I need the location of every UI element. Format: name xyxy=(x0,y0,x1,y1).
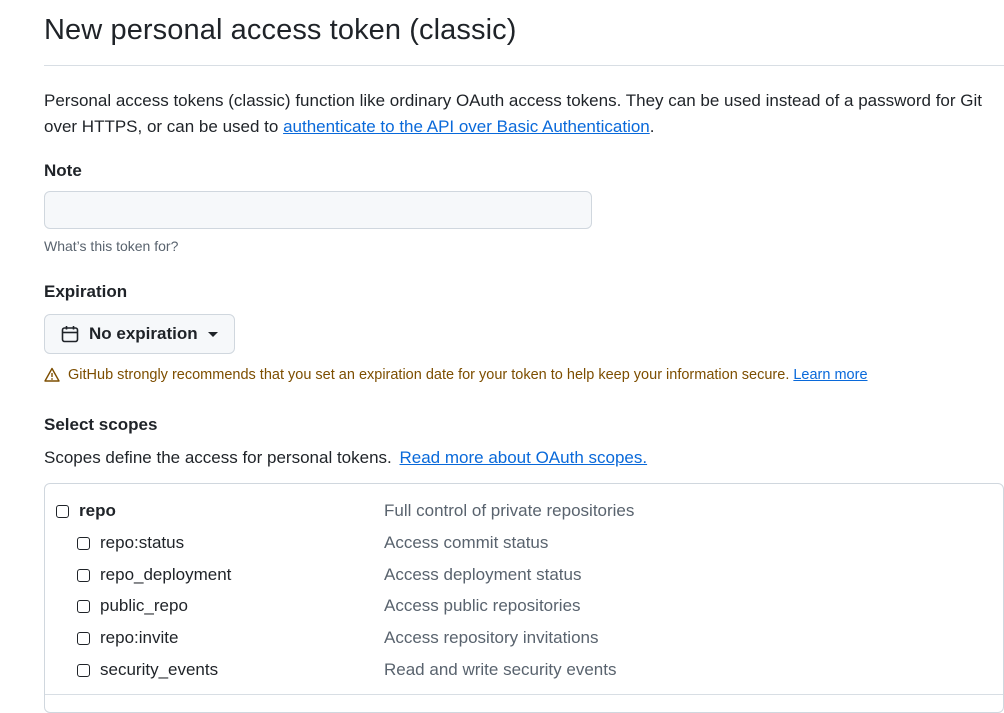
caret-down-icon xyxy=(207,331,218,337)
scope-description: Access public repositories xyxy=(384,596,581,615)
scope-row-security-events[interactable]: security_events Read and write security … xyxy=(45,655,1004,685)
scope-checkbox[interactable] xyxy=(77,568,90,582)
scopes-list: repo Full control of private repositorie… xyxy=(44,483,1004,713)
alert-icon xyxy=(44,367,60,383)
scope-row-repo-deployment[interactable]: repo_deployment Access deployment status xyxy=(45,560,1004,590)
scope-name: repo:invite xyxy=(100,628,179,647)
intro-suffix: . xyxy=(649,117,655,136)
scope-checkbox[interactable] xyxy=(77,599,90,613)
scope-checkbox[interactable] xyxy=(77,536,90,550)
title-divider xyxy=(44,65,1004,66)
intro-text: Personal access tokens (classic) functio… xyxy=(44,88,994,140)
page-title: New personal access token (classic) xyxy=(44,14,517,46)
scope-checkbox[interactable] xyxy=(77,631,90,645)
scope-description: Access commit status xyxy=(384,533,549,552)
expiration-label: Expiration xyxy=(44,282,128,301)
expiration-selected: No expiration xyxy=(89,324,198,343)
expiration-warning: GitHub strongly recommends that you set … xyxy=(44,367,868,383)
note-label: Note xyxy=(44,161,82,180)
scope-name: repo_deployment xyxy=(100,565,232,584)
scope-name: repo:status xyxy=(100,533,185,552)
scope-description: Access repository invitations xyxy=(384,628,599,647)
expiration-dropdown[interactable]: No expiration xyxy=(44,314,235,354)
scopes-description-text: Scopes define the access for personal to… xyxy=(44,448,392,467)
scope-group-divider xyxy=(45,694,1003,695)
scope-row-repo[interactable]: repo Full control of private repositorie… xyxy=(45,496,1004,526)
scope-row-repo-status[interactable]: repo:status Access commit status xyxy=(45,528,1004,558)
scope-name: repo xyxy=(79,501,116,520)
scope-name: security_events xyxy=(100,660,219,679)
scopes-description: Scopes define the access for personal to… xyxy=(44,448,647,468)
token-form-page: New personal access token (classic) Pers… xyxy=(44,0,1004,713)
scope-checkbox[interactable] xyxy=(56,504,69,518)
note-input[interactable] xyxy=(44,191,592,229)
scope-checkbox[interactable] xyxy=(77,663,90,677)
note-hint: What’s this token for? xyxy=(44,238,179,254)
learn-more-link[interactable]: Learn more xyxy=(793,367,867,383)
scope-description: Access deployment status xyxy=(384,565,582,584)
basic-auth-link[interactable]: authenticate to the API over Basic Authe… xyxy=(283,117,650,136)
scope-description: Full control of private repositories xyxy=(384,501,635,520)
calendar-icon xyxy=(61,325,79,343)
scope-name: public_repo xyxy=(100,596,188,615)
scope-row-public-repo[interactable]: public_repo Access public repositories xyxy=(45,591,1004,621)
scope-row-repo-invite[interactable]: repo:invite Access repository invitation… xyxy=(45,623,1004,653)
scopes-label: Select scopes xyxy=(44,415,158,434)
warning-text: GitHub strongly recommends that you set … xyxy=(68,367,790,383)
oauth-scopes-link[interactable]: Read more about OAuth scopes. xyxy=(400,448,648,467)
scope-description: Read and write security events xyxy=(384,660,617,679)
